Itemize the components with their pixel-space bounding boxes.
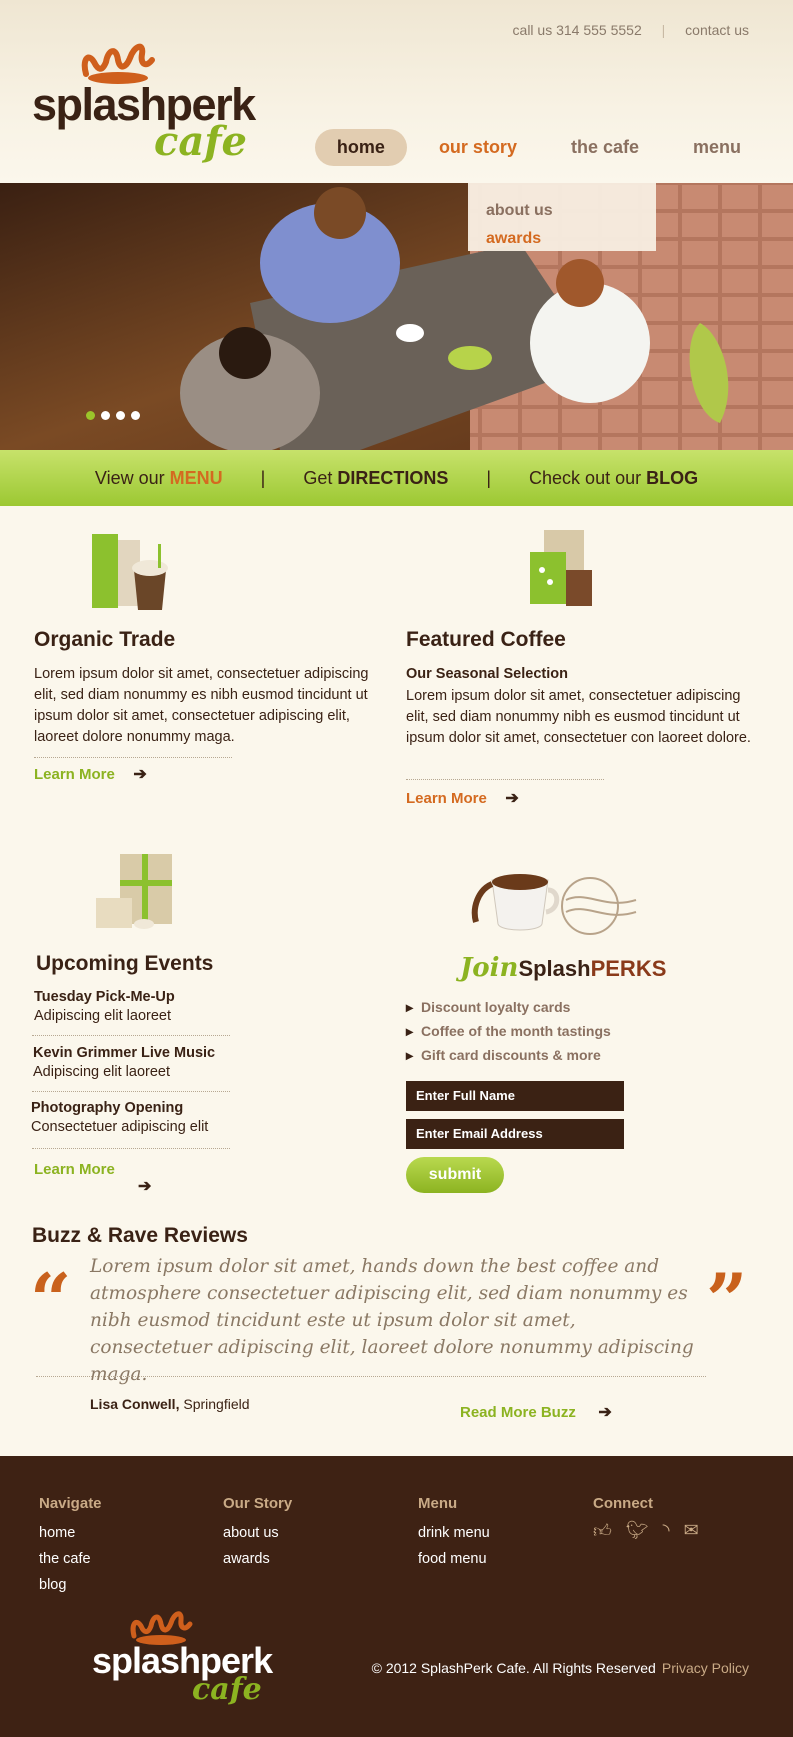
slider-dot[interactable] — [131, 411, 140, 420]
footer-link-home[interactable]: home — [39, 1520, 102, 1546]
open-quote-icon: “ — [30, 1257, 72, 1342]
featured-body: Lorem ipsum dolor sit amet, consectetuer… — [406, 688, 751, 746]
footer-our-story: Our Story about us awards — [223, 1495, 292, 1572]
topbar: call us 314 555 5552 | contact us — [513, 22, 749, 38]
footer-link-the-cafe[interactable]: the cafe — [39, 1546, 102, 1572]
organic-cups-icon — [92, 534, 168, 610]
perk-item: Coffee of the month tastings — [406, 1023, 611, 1040]
quick-links-separator: | — [260, 467, 266, 488]
featured-title: Featured Coffee — [406, 628, 566, 651]
footer-logo[interactable]: splashperk cafe — [92, 1606, 292, 1707]
arrow-right-icon: ➔ — [133, 766, 147, 783]
gift-boxes-icon — [96, 854, 172, 929]
full-name-field[interactable]: Enter Full Name — [406, 1081, 624, 1111]
event-item[interactable]: Tuesday Pick-Me-Up Adipiscing elit laore… — [34, 989, 175, 1024]
our-story-dropdown: about us awards — [468, 183, 656, 251]
submit-button[interactable]: submit — [406, 1157, 504, 1193]
slider-dot[interactable] — [101, 411, 110, 420]
site-header: call us 314 555 5552 | contact us splash… — [0, 0, 793, 183]
divider — [32, 1035, 230, 1036]
footer-link-drink-menu[interactable]: drink menu — [418, 1520, 490, 1546]
footer-link-about-us[interactable]: about us — [223, 1520, 292, 1546]
main-nav: home our story the cafe menu — [314, 129, 763, 166]
close-quote-icon: ” — [706, 1257, 748, 1342]
hero-image — [0, 183, 793, 450]
email-field[interactable]: Enter Email Address — [406, 1119, 624, 1149]
organic-learn-more[interactable]: Learn More ➔ — [34, 764, 147, 784]
nav-home[interactable]: home — [314, 129, 407, 166]
dropdown-awards[interactable]: awards — [486, 225, 638, 253]
footer-menu: Menu drink menu food menu — [418, 1495, 490, 1572]
rss-icon[interactable]: ◝ — [663, 1520, 670, 1542]
join-title: JoinSplashPERKS — [460, 953, 667, 983]
coffee-cup-postmark-icon — [471, 874, 637, 935]
copyright: © 2012 SplashPerk Cafe. All Rights Reser… — [371, 1660, 749, 1676]
review-quote: Lorem ipsum dolor sit amet, hands down t… — [90, 1256, 694, 1385]
arrow-right-icon[interactable]: ➔ — [138, 1176, 151, 1196]
read-more-buzz-link[interactable]: Read More Buzz ➔ — [460, 1402, 612, 1422]
organic-title: Organic Trade — [34, 628, 176, 651]
mail-icon[interactable]: ✉ — [684, 1520, 699, 1542]
slider-dot[interactable] — [116, 411, 125, 420]
featured-learn-more[interactable]: Learn More ➔ — [406, 788, 519, 808]
slider-dot[interactable] — [86, 411, 95, 420]
divider — [406, 779, 604, 780]
nav-our-story[interactable]: our story — [417, 129, 539, 166]
blog-link[interactable]: Check out our BLOG — [529, 468, 698, 489]
footer-connect: Connect 👍︎ 🐦︎ ◝ ✉ — [593, 1495, 699, 1542]
perk-item: Discount loyalty cards — [406, 999, 611, 1016]
events-learn-more[interactable]: Learn More — [34, 1161, 115, 1178]
perks-list: Discount loyalty cards Coffee of the mon… — [406, 999, 611, 1071]
slider-dots — [86, 411, 140, 420]
nav-the-cafe[interactable]: the cafe — [549, 129, 661, 166]
coffee-bags-icon — [530, 530, 592, 606]
dropdown-about-us[interactable]: about us — [486, 197, 638, 225]
perk-item: Gift card discounts & more — [406, 1047, 611, 1064]
logo-cafe: cafe — [154, 118, 247, 165]
contact-link[interactable]: contact us — [685, 22, 749, 38]
review-author: Lisa Conwell, Springfield — [90, 1396, 250, 1412]
quick-links-separator: | — [486, 467, 492, 488]
divider — [32, 1091, 230, 1092]
footer-link-blog[interactable]: blog — [39, 1572, 102, 1598]
nav-menu[interactable]: menu — [671, 129, 763, 166]
view-menu-link[interactable]: View our MENU — [95, 468, 223, 489]
thumbs-up-icon[interactable]: 👍︎ — [593, 1520, 612, 1542]
privacy-policy-link[interactable]: Privacy Policy — [662, 1660, 749, 1676]
divider — [36, 1376, 706, 1377]
arrow-right-icon: ➔ — [598, 1404, 612, 1421]
event-item[interactable]: Photography Opening Consectetuer adipisc… — [31, 1100, 208, 1135]
featured-subtitle: Our Seasonal Selection — [406, 666, 568, 682]
phone-link[interactable]: call us 314 555 5552 — [513, 22, 642, 38]
site-logo[interactable]: splashperk cafe — [32, 38, 272, 166]
organic-body: Lorem ipsum dolor sit amet, consectetuer… — [34, 666, 369, 745]
footer-link-awards[interactable]: awards — [223, 1546, 292, 1572]
footer-link-food-menu[interactable]: food menu — [418, 1546, 490, 1572]
events-title: Upcoming Events — [36, 952, 214, 975]
divider — [34, 757, 232, 758]
event-item[interactable]: Kevin Grimmer Live Music Adipiscing elit… — [33, 1045, 215, 1080]
footer-navigate: Navigate home the cafe blog — [39, 1495, 102, 1598]
reviews-title: Buzz & Rave Reviews — [32, 1224, 248, 1247]
arrow-right-icon: ➔ — [505, 790, 519, 807]
bird-icon[interactable]: 🐦︎ — [626, 1520, 649, 1542]
topbar-separator: | — [661, 22, 666, 38]
divider — [32, 1148, 230, 1149]
directions-link[interactable]: Get DIRECTIONS — [303, 468, 448, 489]
quick-links-bar: View our MENU | Get DIRECTIONS | Check o… — [0, 450, 793, 506]
